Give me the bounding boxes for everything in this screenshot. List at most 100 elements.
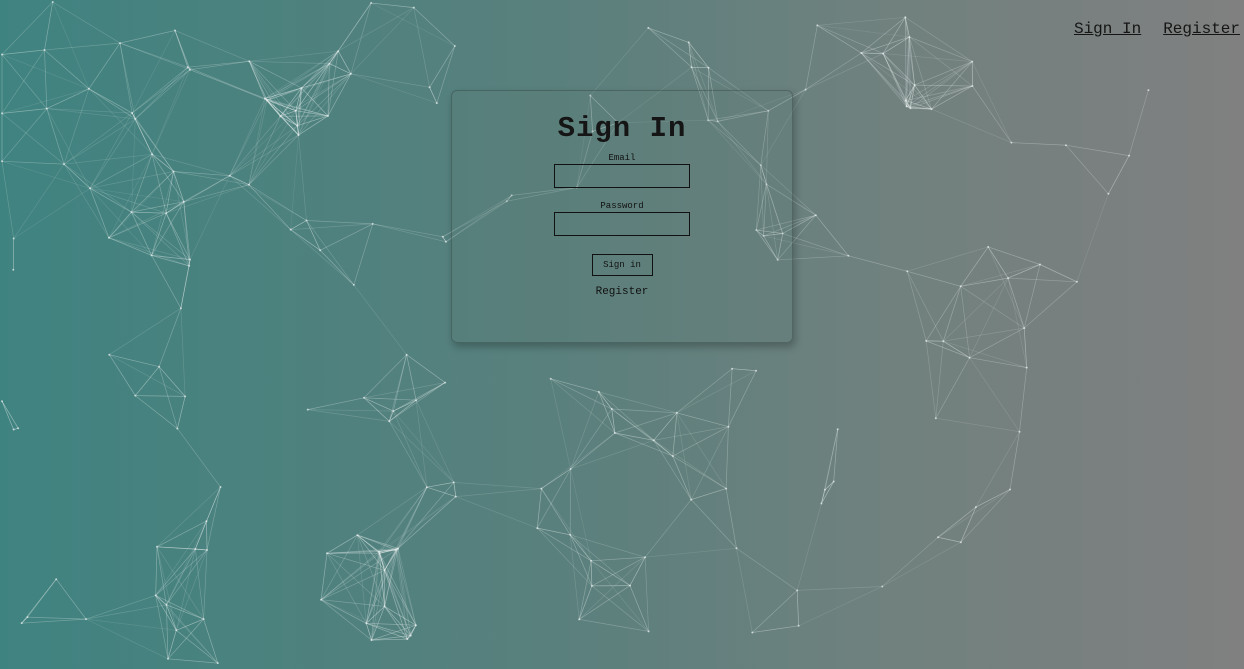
network-line xyxy=(569,534,592,562)
network-line xyxy=(108,237,152,256)
network-line xyxy=(229,110,297,176)
network-line xyxy=(1039,264,1078,283)
network-line xyxy=(906,61,973,107)
network-line xyxy=(371,624,417,641)
sign-in-button[interactable]: Sign in xyxy=(591,254,653,276)
network-line xyxy=(135,395,178,429)
register-link[interactable]: Register xyxy=(452,286,792,298)
network-line xyxy=(89,187,184,203)
network-line xyxy=(264,98,329,117)
network-line xyxy=(579,619,649,632)
network-line xyxy=(264,73,351,99)
network-line xyxy=(395,549,417,626)
network-line xyxy=(379,549,397,554)
network-line xyxy=(13,188,91,239)
network-line xyxy=(426,482,454,488)
network-line xyxy=(203,549,208,620)
network-line xyxy=(135,69,191,120)
network-node xyxy=(428,86,431,89)
nav-register-link[interactable]: Register xyxy=(1163,20,1240,38)
network-line xyxy=(824,429,839,490)
network-line xyxy=(203,618,219,664)
network-line xyxy=(135,66,189,120)
network-line xyxy=(88,88,133,114)
network-line xyxy=(598,391,654,441)
network-line xyxy=(676,370,757,414)
network-line xyxy=(1,401,19,429)
network-node xyxy=(968,356,971,359)
network-line xyxy=(882,53,932,110)
network-node xyxy=(881,585,884,588)
network-line xyxy=(379,486,428,554)
network-line xyxy=(975,489,1011,508)
network-line xyxy=(155,546,158,596)
network-line xyxy=(295,63,330,111)
network-line xyxy=(453,482,542,489)
network-line xyxy=(384,606,408,640)
network-line xyxy=(326,548,399,554)
network-line xyxy=(1,113,65,165)
network-line xyxy=(1065,144,1130,156)
network-line xyxy=(173,171,191,260)
network-line xyxy=(194,520,207,550)
network-line xyxy=(937,536,961,543)
network-line xyxy=(910,61,973,109)
network-line xyxy=(905,100,907,107)
network-line xyxy=(570,408,613,470)
network-line xyxy=(46,108,136,120)
network-line xyxy=(935,341,944,419)
password-field[interactable] xyxy=(554,212,690,236)
network-line xyxy=(44,49,90,90)
network-line xyxy=(725,488,737,549)
network-node xyxy=(913,84,916,87)
network-node xyxy=(319,249,322,252)
network-line xyxy=(536,468,571,529)
network-line xyxy=(906,271,927,341)
network-line xyxy=(384,570,417,626)
network-line xyxy=(63,153,153,165)
network-node xyxy=(816,24,819,27)
top-nav: Sign In Register xyxy=(1074,20,1240,38)
email-field[interactable] xyxy=(554,164,690,188)
network-line xyxy=(166,184,250,214)
network-line xyxy=(108,211,132,239)
network-line xyxy=(365,551,380,624)
network-node xyxy=(959,541,962,544)
network-line xyxy=(536,488,542,529)
network-line xyxy=(319,250,355,286)
network-line xyxy=(629,557,646,586)
network-line xyxy=(109,354,136,396)
network-line xyxy=(388,410,394,422)
network-line xyxy=(644,499,692,558)
network-line xyxy=(151,255,190,267)
network-line xyxy=(796,590,799,626)
network-line xyxy=(569,534,593,587)
network-line xyxy=(295,110,329,117)
network-line xyxy=(301,87,329,117)
network-line xyxy=(248,134,299,185)
network-line xyxy=(131,201,184,213)
network-node xyxy=(797,624,800,627)
network-node xyxy=(590,559,593,562)
network-line xyxy=(249,61,298,126)
network-node xyxy=(959,285,962,288)
network-line xyxy=(131,211,167,214)
network-line xyxy=(108,212,167,239)
network-node xyxy=(804,88,807,91)
network-node xyxy=(425,486,428,489)
network-line xyxy=(63,163,132,213)
network-node xyxy=(549,377,552,380)
network-line xyxy=(817,25,862,54)
nav-sign-in-link[interactable]: Sign In xyxy=(1074,20,1141,38)
network-line xyxy=(46,108,65,165)
network-line xyxy=(882,53,907,107)
network-node xyxy=(412,6,415,9)
network-node xyxy=(365,622,368,625)
network-line xyxy=(321,599,385,607)
network-line xyxy=(861,17,906,54)
network-line xyxy=(296,125,299,136)
network-node xyxy=(300,87,303,89)
network-node xyxy=(1007,277,1010,280)
network-line xyxy=(378,551,385,607)
network-line xyxy=(166,604,169,659)
